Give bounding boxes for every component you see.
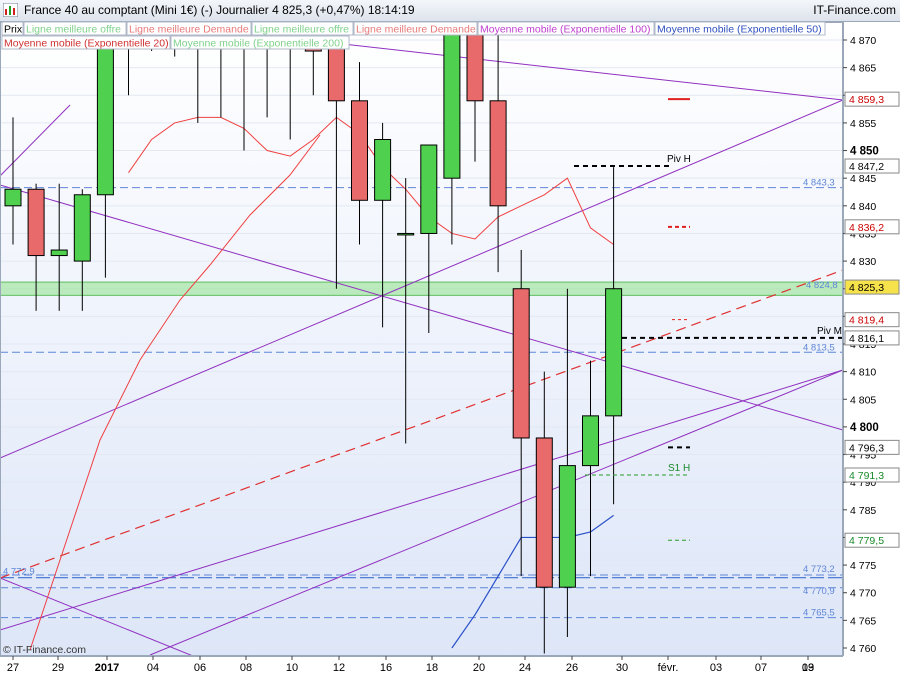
x-tick-label: 18 — [426, 662, 438, 674]
y-tick-label: 4 870 — [850, 35, 876, 47]
price-tag-label: 4 847,2 — [849, 161, 884, 173]
candle-body — [512, 288, 530, 439]
level-label: 4 770,9 — [803, 586, 835, 597]
y-tick-label: 4 855 — [850, 118, 876, 130]
y-tick-label: 4 800 — [850, 422, 879, 434]
candle-body — [73, 194, 91, 262]
y-tick-label: 4 850 — [850, 146, 879, 158]
copyright-label: © IT-Finance.com — [3, 644, 86, 656]
price-tag-label: 4 836,2 — [849, 222, 884, 234]
x-tick-label: 04 — [147, 662, 159, 674]
candle-body — [167, 0, 183, 18]
price-tag-label: 4 819,4 — [849, 315, 884, 327]
x-tick-label: 07 — [755, 662, 767, 674]
price-tag-label: 4 859,3 — [849, 94, 884, 106]
candle-body — [420, 144, 438, 234]
x-tick-label: 16 — [380, 662, 392, 674]
level-label: 4 773,2 — [803, 564, 835, 575]
candle-body — [466, 22, 484, 102]
candle-body — [374, 138, 392, 201]
plot-background — [0, 22, 843, 656]
level-label: 4 843,3 — [803, 178, 835, 189]
legend-chip-label: Ligne meilleure Demande — [129, 24, 249, 36]
candle-body — [4, 188, 22, 207]
x-tick-label: 26 — [566, 662, 578, 674]
legend-chip-label: Moyenne mobile (Exponentielle 100) — [480, 24, 650, 36]
price-tag-label: 4 825,3 — [849, 282, 884, 294]
candle-body — [582, 415, 599, 467]
level-label: 4 824,8 — [806, 280, 838, 291]
candle-body — [535, 437, 553, 588]
x-tick-label: 20 — [473, 662, 485, 674]
legend-chip-label: Ligne meilleure offre — [254, 24, 349, 36]
y-tick-label: 4 865 — [850, 63, 876, 75]
y-tick-label: 4 840 — [850, 201, 876, 213]
y-tick-label: 4 770 — [850, 588, 876, 600]
candle-body — [558, 465, 576, 588]
legend-chip-label: Moyenne mobile (Exponentielle 200) — [173, 38, 343, 50]
price-tag-label: 4 816,1 — [849, 333, 884, 345]
pivot-label: S1 H — [668, 463, 690, 474]
legend-chip-label: Ligne meilleure Demande — [356, 24, 476, 36]
pivot-label: Piv M — [817, 326, 842, 337]
legend-chip-label: Moyenne mobile (Exponentielle 50) — [657, 24, 822, 36]
y-tick-label: 4 805 — [850, 394, 876, 406]
x-tick-label: 27 — [7, 662, 19, 674]
level-label: 4 813,5 — [803, 342, 835, 353]
candle-body — [27, 188, 45, 257]
x-tick-label: 08 — [240, 662, 252, 674]
price-tag-label: 4 796,3 — [849, 442, 884, 454]
y-tick-label: 4 785 — [850, 505, 876, 517]
y-tick-label: 4 775 — [850, 560, 876, 572]
y-tick-label: 4 830 — [850, 256, 876, 268]
y-tick-label: 4 810 — [850, 367, 876, 379]
x-tick-label: 13 — [802, 662, 814, 674]
x-tick-label: 29 — [52, 662, 64, 674]
best-offer-zone — [0, 281, 843, 296]
x-tick-label: 10 — [286, 662, 298, 674]
pivot-label: Piv H — [667, 154, 691, 165]
candle-body — [489, 100, 507, 207]
level-label: 4 765,5 — [803, 608, 835, 619]
y-tick-label: 4 760 — [850, 643, 876, 655]
candle-body — [327, 45, 345, 102]
candle-body — [397, 232, 415, 236]
legend-chip-label: Prix — [4, 24, 23, 36]
x-tick-label: 12 — [333, 662, 345, 674]
level-label: 4 772,9 — [3, 567, 35, 578]
candle-body — [351, 100, 368, 201]
x-tick-label: 24 — [519, 662, 531, 674]
price-chart[interactable]: Piv H Piv M S1 H 4 843,3 4 824,8 4 813,5 4 773… — [0, 0, 900, 675]
price-tag-label: 4 791,3 — [849, 470, 884, 482]
legend-chip-label: Moyenne mobile (Exponentielle 20) — [4, 38, 169, 50]
x-tick-label: 06 — [194, 662, 206, 674]
candle-body — [605, 288, 623, 417]
legend-chip-label: Ligne meilleure offre — [26, 24, 121, 36]
x-tick-label: févr. — [658, 662, 679, 674]
price-tag-label: 4 779,5 — [849, 535, 884, 547]
x-tick-label: 30 — [616, 662, 628, 674]
x-tick-label: 2017 — [95, 662, 119, 674]
x-tick-label: 03 — [710, 662, 722, 674]
y-tick-label: 4 765 — [850, 615, 876, 627]
y-tick-label: 4 845 — [850, 173, 876, 185]
candle-body — [50, 249, 68, 257]
